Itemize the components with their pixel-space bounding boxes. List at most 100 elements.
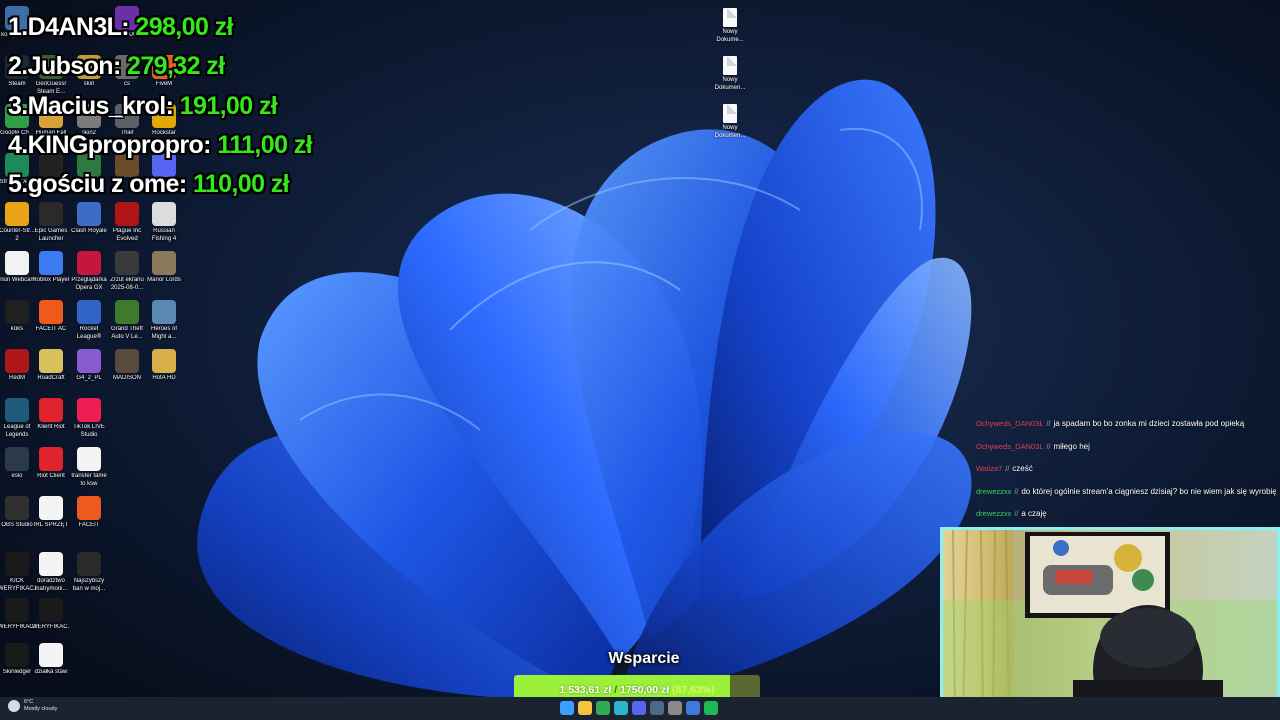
roblox-icon: [39, 251, 63, 275]
desktop-icon-label: Skinledger: [2, 669, 32, 675]
faceit-icon: [77, 496, 101, 520]
heroes-icon: [152, 300, 176, 324]
desktop-icon[interactable]: OBS Studio: [0, 496, 36, 530]
roadcraft-icon: [39, 349, 63, 373]
desktop-icon[interactable]: WERYFIKACJA: [0, 598, 36, 632]
desktop-icon[interactable]: Klient Riot: [32, 398, 70, 432]
desktop-icon[interactable]: Clash Royale: [70, 202, 108, 236]
desktop-icon[interactable]: transfer fame to ksw: [70, 447, 108, 488]
desktop-icon[interactable]: doradztwo matrymoni...: [32, 552, 70, 593]
desktop-icon[interactable]: RoadCraft: [32, 349, 70, 383]
desktop-icon[interactable]: Epic Games Launcher: [32, 202, 70, 243]
desktop-icon[interactable]: League of Legends: [0, 398, 36, 439]
opera-gx-icon: [77, 251, 101, 275]
desktop-icon[interactable]: Przeglądarka Opera GX: [70, 251, 108, 292]
document-icon: [39, 496, 63, 520]
desktop-icon[interactable]: Iriun Webcam: [0, 251, 36, 285]
document-icon: [723, 56, 737, 75]
desktop-icon[interactable]: FACEIT AC: [32, 300, 70, 334]
faceit-ac-icon: [39, 300, 63, 324]
desktop-icon[interactable]: Russian Fishing 4: [145, 202, 183, 243]
desktop-icon-label: TikTok LIVE Studio: [73, 424, 105, 438]
chat-message: Ochyweds_DAN03L//ja spadam bo bo zonka m…: [976, 414, 1276, 437]
desktop-icon-label: IRL SPRZĘT: [33, 522, 69, 528]
desktop-icon[interactable]: G4_2_PL: [70, 349, 108, 383]
desktop-icon-label: FACEIT AC: [35, 326, 67, 332]
desktop-icon-label: FACEIT: [78, 522, 100, 528]
desktop-icon[interactable]: Manor Lords: [145, 251, 183, 285]
desktop-icon[interactable]: Nowy Dokume...: [712, 8, 748, 44]
app-icon[interactable]: [686, 701, 700, 715]
chat-text: miłego hej: [1053, 441, 1090, 451]
desktop-icon[interactable]: działka staw: [32, 643, 70, 677]
desktop-icon[interactable]: Rocket League®: [70, 300, 108, 341]
weather-temperature: 6°C: [24, 699, 34, 705]
desktop-icon[interactable]: Heroes of Might a...: [145, 300, 183, 341]
desktop-icon[interactable]: Plague Inc Evolved: [108, 202, 146, 243]
folder-icon: [77, 349, 101, 373]
document-icon: [39, 643, 63, 667]
steam-icon[interactable]: [650, 701, 664, 715]
desktop-icon[interactable]: IRL SPRZĘT: [32, 496, 70, 530]
desktop-icon[interactable]: Riot Client: [32, 447, 70, 481]
desktop-icon-label: RoadCraft: [37, 375, 65, 381]
discord-icon[interactable]: [632, 701, 646, 715]
riot-client-icon: [39, 398, 63, 422]
desktop-icon-label: Przeglądarka Opera GX: [71, 277, 107, 291]
desktop-icon[interactable]: WERYFIKAC...: [32, 598, 70, 632]
desktop-icon[interactable]: Skinledger: [0, 643, 36, 677]
desktop-icon-label: działka staw: [34, 669, 68, 675]
desktop-icon[interactable]: Nowy Dokumen...: [712, 104, 748, 140]
desktop-icon[interactable]: FACEIT: [70, 496, 108, 530]
desktop-icon-label: Grand Theft Auto V Le...: [111, 326, 143, 340]
document-icon: [723, 8, 737, 27]
desktop-icon[interactable]: koks: [0, 300, 36, 334]
leaderboard-name: D4AN3L:: [27, 13, 130, 41]
file-icon: [5, 552, 29, 576]
edge-icon[interactable]: [614, 701, 628, 715]
desktop-icon-label: eslo: [11, 473, 23, 479]
webcam-feed: [940, 527, 1280, 720]
desktop-icon[interactable]: Zrzut ekranu 2025-08-0...: [108, 251, 146, 292]
desktop-icon[interactable]: HotA HD: [145, 349, 183, 383]
spotify-icon[interactable]: [704, 701, 718, 715]
windows-start-icon[interactable]: [560, 701, 574, 715]
file-icon: [5, 447, 29, 471]
leaderboard-amount: 298,00 zł: [135, 13, 233, 41]
desktop-icon[interactable]: TikTok LIVE Studio: [70, 398, 108, 439]
file-icon: [5, 598, 29, 622]
leaderboard-row: 5.gościu z ome: 110,00 zł: [8, 165, 312, 204]
desktop-icon[interactable]: Counter-Str... 2: [0, 202, 36, 243]
desktop-icon[interactable]: Grand Theft Auto V Le...: [108, 300, 146, 341]
desktop-icon-label: koks: [10, 326, 24, 332]
desktop-icon-label: G4_2_PL: [76, 375, 102, 381]
obs-icon[interactable]: [668, 701, 682, 715]
taskbar-apps: [560, 701, 718, 715]
weather-widget[interactable]: 6°C Mostly cloudy: [8, 699, 57, 713]
chat-separator: //: [1005, 466, 1010, 473]
desktop-icon-label: Riot Client: [37, 473, 65, 479]
donation-leaderboard: 1.D4AN3L: 298,00 zł 2.Jubson: 279,32 zł …: [8, 8, 313, 204]
donation-goal-title: Wsparcie: [608, 650, 680, 667]
desktop-icon-label: RedM: [8, 375, 25, 381]
leaderboard-name: Jubson:: [27, 52, 122, 81]
desktop-icon-label: Nowy Dokumen...: [714, 125, 746, 139]
chrome-icon[interactable]: [596, 701, 610, 715]
desktop-icon[interactable]: KICK WERYFIKACJA: [0, 552, 36, 593]
desktop-icon[interactable]: Roblox Player: [32, 251, 70, 285]
desktop-icon[interactable]: MADISON: [108, 349, 146, 383]
cs2-icon: [5, 202, 29, 226]
desktop-icon[interactable]: eslo: [0, 447, 36, 481]
desktop-icon-label: Epic Games Launcher: [34, 228, 68, 242]
screenshot-icon: [115, 251, 139, 275]
donation-goal-current: 1 533,61 zł: [559, 684, 612, 696]
leaderboard-rank: 2.: [8, 52, 28, 81]
redm-icon: [5, 349, 29, 373]
file-explorer-icon[interactable]: [578, 701, 592, 715]
desktop-icon[interactable]: Najszybszy ban w moj...: [70, 552, 108, 593]
leaderboard-row: 1.D4AN3L: 298,00 zł: [8, 8, 312, 47]
desktop-icon[interactable]: Nowy Dokumen...: [712, 56, 748, 92]
desktop-icon[interactable]: RedM: [0, 349, 36, 383]
leaderboard-rank: 3.: [8, 91, 28, 120]
desktop-icon-label: Heroes of Might a...: [150, 326, 177, 340]
